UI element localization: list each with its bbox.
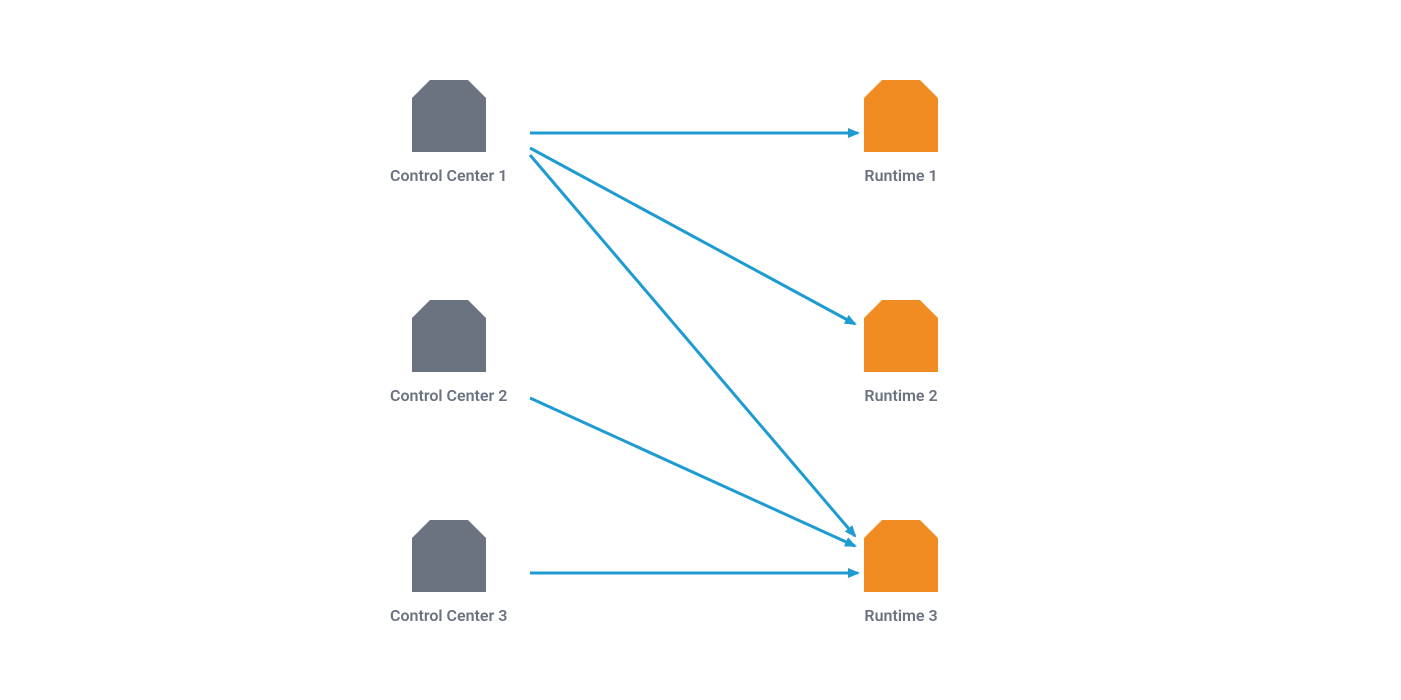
node-label: Runtime 2: [864, 386, 937, 405]
arrows-layer: [0, 0, 1401, 700]
arrow-cc2-rt3: [530, 398, 855, 546]
server-icon: [864, 300, 938, 372]
node-label: Control Center 1: [390, 166, 507, 185]
arrow-cc1-rt2: [530, 148, 855, 324]
node-control-center-3: Control Center 3: [390, 520, 507, 625]
server-icon: [864, 80, 938, 152]
node-runtime-3: Runtime 3: [864, 520, 938, 625]
server-icon: [412, 300, 486, 372]
server-icon: [412, 80, 486, 152]
node-label: Control Center 3: [390, 606, 507, 625]
node-runtime-1: Runtime 1: [864, 80, 938, 185]
node-control-center-2: Control Center 2: [390, 300, 507, 405]
node-control-center-1: Control Center 1: [390, 80, 507, 185]
server-icon: [864, 520, 938, 592]
diagram-canvas: Control Center 1 Control Center 2 Contro…: [0, 0, 1401, 700]
node-runtime-2: Runtime 2: [864, 300, 938, 405]
node-label: Runtime 3: [864, 606, 937, 625]
node-label: Control Center 2: [390, 386, 507, 405]
server-icon: [412, 520, 486, 592]
arrow-cc1-rt3: [530, 155, 855, 536]
node-label: Runtime 1: [864, 166, 937, 185]
